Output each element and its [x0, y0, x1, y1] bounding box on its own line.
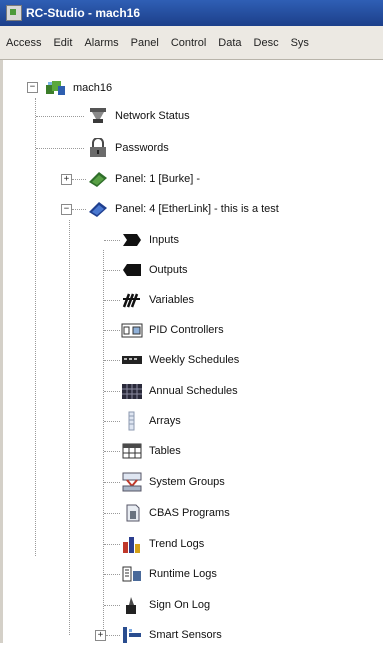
tree-node-cbas-programs[interactable]: CBAS Programs — [121, 503, 230, 523]
tree-line — [104, 513, 120, 514]
tree-line — [69, 220, 70, 635]
expand-smart-sensors-toggle[interactable]: + — [95, 630, 106, 641]
tables-icon — [121, 441, 143, 461]
runtime-logs-icon — [121, 564, 143, 584]
menu-panel[interactable]: Panel — [131, 37, 159, 49]
tree-node-label: PID Controllers — [149, 324, 224, 336]
tree-node-label: Smart Sensors — [149, 629, 222, 641]
tree-node-annual-schedules[interactable]: Annual Schedules — [121, 381, 238, 401]
trend-logs-icon — [121, 534, 143, 554]
app-icon — [6, 5, 22, 21]
tree-node-tables[interactable]: Tables — [121, 441, 181, 461]
tree-node-label: Passwords — [115, 142, 169, 154]
menu-sys[interactable]: Sys — [291, 37, 309, 49]
tree-line — [72, 209, 86, 210]
tree-node-passwords[interactable]: Passwords — [87, 138, 169, 158]
system-groups-icon — [121, 472, 143, 492]
menu-bar: Access Edit Alarms Panel Control Data De… — [0, 26, 383, 60]
tree-node-label: Network Status — [115, 110, 190, 122]
network-status-icon — [87, 106, 109, 126]
tree-line — [103, 250, 104, 635]
tree-node-label: Sign On Log — [149, 599, 211, 611]
menu-control[interactable]: Control — [171, 37, 206, 49]
tree-node-label: mach16 — [73, 82, 113, 94]
collapse-panel-4-toggle[interactable]: − — [61, 204, 72, 215]
expand-panel-1-toggle[interactable]: + — [61, 174, 72, 185]
tree-node-label: Panel: 4 [EtherLink] - this is a test — [115, 203, 279, 215]
tree-line — [104, 605, 120, 606]
tree-node-label: Variables — [149, 294, 195, 306]
tree-node-outputs[interactable]: Outputs — [121, 260, 188, 280]
panel-etherlink-icon — [87, 199, 109, 219]
tree-node-label: Runtime Logs — [149, 568, 217, 580]
tree-node-network-status[interactable]: Network Status — [87, 106, 190, 126]
menu-data[interactable]: Data — [218, 37, 241, 49]
tree-line — [104, 451, 120, 452]
tree-node-label: Weekly Schedules — [149, 354, 240, 366]
tree-line — [106, 635, 120, 636]
tree-line — [104, 360, 120, 361]
menu-desc[interactable]: Desc — [254, 37, 279, 49]
inputs-icon — [121, 230, 143, 250]
tree-node-runtime-logs[interactable]: Runtime Logs — [121, 564, 217, 584]
tree-line — [104, 240, 120, 241]
padlock-icon — [87, 138, 109, 158]
tree-node-root[interactable]: mach16 — [45, 78, 112, 98]
tree-node-trend-logs[interactable]: Trend Logs — [121, 534, 204, 554]
variables-icon — [121, 290, 143, 310]
tree-view: − mach16 Network Status Passwords + Pane… — [0, 60, 383, 643]
tree-node-pid-controllers[interactable]: PID Controllers — [121, 320, 224, 340]
tree-node-label: Arrays — [149, 415, 181, 427]
tree-line — [72, 179, 86, 180]
tree-node-variables[interactable]: Variables — [121, 290, 194, 310]
tree-line — [36, 116, 84, 117]
tree-node-weekly-schedules[interactable]: Weekly Schedules — [121, 350, 239, 370]
tree-node-label: System Groups — [149, 476, 225, 488]
tree-line — [36, 148, 84, 149]
tree-node-label: Annual Schedules — [149, 385, 238, 397]
annual-schedules-icon — [121, 381, 143, 401]
tree-line — [104, 421, 120, 422]
window-title: RC-Studio - mach16 — [26, 6, 141, 20]
tree-node-smart-sensors[interactable]: Smart Sensors — [121, 625, 222, 645]
cbas-programs-icon — [121, 503, 143, 523]
smart-sensors-icon — [121, 625, 143, 645]
collapse-root-toggle[interactable]: − — [27, 82, 38, 93]
tree-line — [35, 98, 36, 556]
tree-node-panel-1[interactable]: Panel: 1 [Burke] - — [87, 169, 200, 189]
tree-node-label: CBAS Programs — [149, 507, 230, 519]
tree-line — [104, 300, 120, 301]
tree-line — [104, 482, 120, 483]
tree-line — [104, 330, 120, 331]
tree-node-label: Panel: 1 [Burke] - — [115, 173, 200, 185]
panel-icon — [87, 169, 109, 189]
menu-access[interactable]: Access — [6, 37, 41, 49]
tree-node-label: Outputs — [149, 264, 188, 276]
tree-node-inputs[interactable]: Inputs — [121, 230, 179, 250]
tree-line — [104, 574, 120, 575]
tree-node-label: Tables — [149, 445, 181, 457]
tree-line — [104, 391, 120, 392]
tree-line — [104, 270, 120, 271]
outputs-icon — [121, 260, 143, 280]
menu-edit[interactable]: Edit — [53, 37, 72, 49]
tree-line — [104, 544, 120, 545]
arrays-icon — [121, 411, 143, 431]
sign-on-log-icon — [121, 595, 143, 615]
tree-node-arrays[interactable]: Arrays — [121, 411, 181, 431]
pid-controllers-icon — [121, 320, 143, 340]
tree-node-label: Inputs — [149, 234, 179, 246]
tree-node-system-groups[interactable]: System Groups — [121, 472, 225, 492]
tree-node-sign-on-log[interactable]: Sign On Log — [121, 595, 210, 615]
tree-node-label: Trend Logs — [149, 538, 205, 550]
network-icon — [45, 78, 67, 98]
tree-node-panel-4[interactable]: Panel: 4 [EtherLink] - this is a test — [87, 199, 279, 219]
title-bar: RC-Studio - mach16 — [0, 0, 383, 26]
weekly-schedules-icon — [121, 350, 143, 370]
menu-alarms[interactable]: Alarms — [84, 37, 118, 49]
